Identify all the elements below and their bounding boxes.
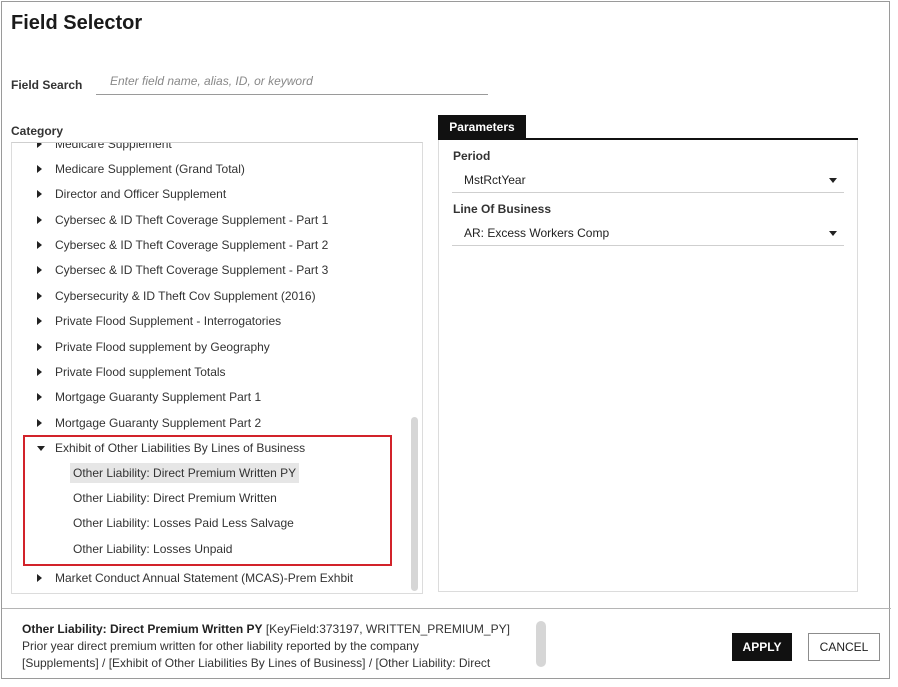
cancel-button[interactable]: CANCEL xyxy=(808,633,880,661)
caret-right-icon xyxy=(37,190,42,198)
tree-child-direct-premium-written-py[interactable]: Other Liability: Direct Premium Written … xyxy=(70,463,300,483)
dialog-title: Field Selector xyxy=(11,12,143,34)
period-select-value: MstRctYear xyxy=(464,173,526,187)
caret-right-icon xyxy=(37,317,42,325)
line-of-business-select[interactable]: AR: Excess Workers Comp xyxy=(452,220,844,246)
field-description: Other Liability: Direct Premium Written … xyxy=(22,621,522,672)
tree-scrollbar[interactable] xyxy=(411,417,418,591)
field-summary-line: Other Liability: Direct Premium Written … xyxy=(22,621,522,638)
tab-parameters[interactable]: Parameters xyxy=(438,115,526,139)
apply-button[interactable]: APPLY xyxy=(732,633,792,661)
period-select[interactable]: MstRctYear xyxy=(452,167,844,193)
caret-right-icon xyxy=(37,266,42,274)
tree-child-losses-paid-less-salvage[interactable]: Other Liability: Losses Paid Less Salvag… xyxy=(70,513,297,533)
field-selector-dialog: Field Selector Field Search Category Med… xyxy=(1,1,891,679)
line-of-business-label: Line Of Business xyxy=(453,202,552,216)
field-meta: [KeyField:373197, WRITTEN_PREMIUM_PY] xyxy=(265,622,510,636)
chevron-down-icon xyxy=(829,231,837,236)
tree-child-direct-premium-written[interactable]: Other Liability: Direct Premium Written xyxy=(70,488,280,508)
caret-right-icon xyxy=(37,343,42,351)
line-of-business-select-value: AR: Excess Workers Comp xyxy=(464,226,610,240)
field-search-label: Field Search xyxy=(11,78,83,92)
footer-divider xyxy=(2,608,891,609)
caret-right-icon xyxy=(37,143,42,148)
field-path: [Supplements] / [Exhibit of Other Liabil… xyxy=(22,656,491,670)
caret-right-icon xyxy=(37,419,42,427)
description-scrollbar[interactable] xyxy=(536,621,546,667)
caret-right-icon xyxy=(37,368,42,376)
caret-down-icon xyxy=(37,446,45,451)
caret-right-icon xyxy=(37,241,42,249)
category-tree[interactable]: Medicare Supplement Medicare Supplement … xyxy=(11,142,423,594)
period-label: Period xyxy=(453,149,491,163)
caret-right-icon xyxy=(37,165,42,173)
chevron-down-icon xyxy=(829,178,837,183)
parameters-panel: Period MstRctYear Line Of Business AR: E… xyxy=(438,140,858,592)
tree-child-losses-unpaid[interactable]: Other Liability: Losses Unpaid xyxy=(70,539,235,559)
caret-right-icon xyxy=(37,292,42,300)
caret-right-icon xyxy=(37,574,42,582)
field-description-text: Prior year direct premium written for ot… xyxy=(22,639,419,653)
caret-right-icon xyxy=(37,393,42,401)
caret-right-icon xyxy=(37,216,42,224)
category-label: Category xyxy=(11,124,64,138)
field-name: Other Liability: Direct Premium Written … xyxy=(22,622,263,636)
field-search-input[interactable] xyxy=(96,68,488,95)
